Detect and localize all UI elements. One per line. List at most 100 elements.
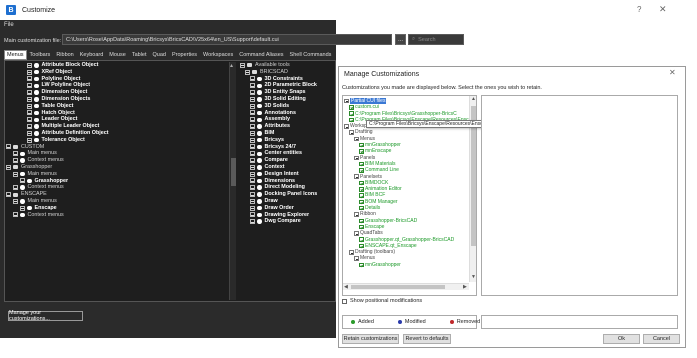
tool-item[interactable]: Direct Modeling — [240, 184, 336, 191]
scroll-up-icon[interactable]: ▴ — [230, 62, 233, 69]
expand-toggle-icon[interactable] — [250, 158, 255, 164]
tool-item[interactable]: Available tools — [240, 62, 336, 69]
tool-item[interactable]: Annotations — [240, 110, 336, 117]
tool-item[interactable]: 3D Entity Snaps — [240, 89, 336, 96]
scroll-up-icon[interactable]: ▲ — [471, 96, 476, 102]
tool-item[interactable]: Draw — [240, 198, 336, 205]
expand-toggle-icon[interactable] — [250, 96, 255, 102]
expand-toggle-icon[interactable] — [250, 83, 255, 89]
tab-menus[interactable]: Menus — [4, 50, 27, 60]
tree-item[interactable]: Grasshopper — [6, 164, 234, 171]
expand-toggle-icon[interactable] — [250, 103, 255, 109]
expand-toggle-icon[interactable] — [354, 136, 359, 142]
expand-toggle-icon[interactable] — [250, 124, 255, 130]
tree-item[interactable]: Tolerance Object — [6, 137, 234, 144]
expand-toggle-icon[interactable] — [27, 124, 32, 130]
show-positional-checkbox[interactable]: Show positional modifications — [342, 298, 422, 304]
available-tools-tree[interactable]: Available tools BRICSCAD 3D Constraints 2D … — [240, 62, 336, 300]
retain-checkbox[interactable] — [359, 180, 364, 186]
tool-item[interactable]: Bricsys — [240, 137, 336, 144]
expand-toggle-icon[interactable] — [240, 62, 245, 68]
tab-properties[interactable]: Properties — [169, 50, 200, 60]
expand-toggle-icon[interactable] — [27, 103, 32, 109]
tool-item[interactable]: Bricsys 24/7 — [240, 144, 336, 151]
customizations-tree-hscrollbar[interactable]: ◀ ▶ — [343, 283, 469, 290]
retain-checkbox[interactable] — [349, 111, 354, 116]
tree-item[interactable]: Leader Object — [6, 116, 234, 123]
menus-tree-scrollbar[interactable]: ▴ — [229, 62, 236, 300]
expand-toggle-icon[interactable] — [250, 198, 255, 204]
expand-toggle-icon[interactable] — [250, 178, 255, 184]
tree-item[interactable]: Context menus — [6, 157, 234, 164]
retain-checkbox[interactable] — [359, 193, 364, 198]
tab-command-aliases[interactable]: Command Aliases — [236, 50, 286, 60]
tool-item[interactable]: Dimensions — [240, 178, 336, 185]
expand-toggle-icon[interactable] — [354, 212, 359, 217]
tab-mouse[interactable]: Mouse — [106, 50, 129, 60]
tab-toolbars[interactable]: Toolbars — [27, 50, 54, 60]
expand-toggle-icon[interactable] — [250, 90, 255, 96]
retain-checkbox[interactable] — [359, 218, 364, 224]
expand-toggle-icon[interactable] — [250, 212, 255, 218]
expand-toggle-icon[interactable] — [349, 130, 354, 135]
tree-item[interactable]: Dimension Objects — [6, 96, 234, 103]
expand-toggle-icon[interactable] — [250, 137, 255, 143]
expand-toggle-icon[interactable] — [250, 117, 255, 123]
dialog-close-button[interactable]: ✕ — [669, 68, 676, 77]
expand-toggle-icon[interactable] — [13, 185, 18, 191]
retain-checkbox[interactable] — [359, 199, 364, 205]
tab-workspaces[interactable]: Workspaces — [200, 50, 236, 60]
expand-toggle-icon[interactable] — [344, 98, 349, 104]
retain-checkbox[interactable] — [359, 205, 364, 211]
expand-toggle-icon[interactable] — [6, 164, 11, 170]
expand-toggle-icon[interactable] — [245, 69, 250, 75]
menu-file[interactable]: File — [4, 22, 14, 28]
expand-toggle-icon[interactable] — [13, 212, 18, 218]
expand-toggle-icon[interactable] — [27, 90, 32, 96]
tool-item[interactable]: Center entities — [240, 150, 336, 157]
tree-item[interactable]: Context menus — [6, 212, 234, 219]
retain-checkbox[interactable] — [359, 187, 364, 192]
close-window-button[interactable]: ✕ — [659, 4, 667, 15]
tree-item[interactable]: CUSTOM — [6, 144, 234, 151]
tool-item[interactable]: 3D Constraints — [240, 76, 336, 83]
expand-toggle-icon[interactable] — [354, 256, 359, 261]
tab-tablet[interactable]: Tablet — [129, 50, 150, 60]
expand-toggle-icon[interactable] — [13, 198, 18, 204]
tool-item[interactable]: Attributes — [240, 123, 336, 130]
expand-toggle-icon[interactable] — [354, 174, 359, 179]
expand-toggle-icon[interactable] — [250, 76, 255, 82]
expand-toggle-icon[interactable] — [250, 219, 255, 225]
expand-toggle-icon[interactable] — [13, 171, 18, 177]
retain-checkbox[interactable] — [359, 262, 364, 268]
expand-toggle-icon[interactable] — [250, 192, 255, 198]
tool-item[interactable]: Assembly — [240, 116, 336, 123]
scroll-right-icon[interactable]: ▶ — [463, 284, 467, 290]
search-input[interactable]: ⌕ Search — [408, 34, 464, 45]
expand-toggle-icon[interactable] — [13, 158, 18, 164]
expand-toggle-icon[interactable] — [354, 155, 359, 161]
tool-item[interactable]: Drawing Explorer — [240, 212, 336, 219]
expand-toggle-icon[interactable] — [27, 110, 32, 116]
expand-toggle-icon[interactable] — [27, 62, 32, 68]
scroll-thumb[interactable] — [231, 158, 236, 186]
expand-toggle-icon[interactable] — [20, 178, 25, 184]
scroll-down-icon[interactable]: ▼ — [471, 274, 476, 280]
tool-item[interactable]: 3D Solids — [240, 103, 336, 110]
tree-item[interactable]: Hatch Object — [6, 110, 234, 117]
retain-checkbox[interactable] — [359, 168, 364, 173]
expand-toggle-icon[interactable] — [13, 151, 18, 157]
expand-toggle-icon[interactable] — [250, 171, 255, 177]
tab-quad[interactable]: Quad — [150, 50, 169, 60]
retain-checkbox[interactable] — [349, 105, 354, 110]
tool-item[interactable]: Compare — [240, 157, 336, 164]
expand-toggle-icon[interactable] — [250, 164, 255, 170]
tree-item[interactable]: XRef Object — [6, 69, 234, 76]
main-file-input[interactable]: C:\Users\Rose\AppData\Roaming\Bricsys\Br… — [62, 34, 392, 45]
cancel-button[interactable]: Cancel — [643, 334, 680, 344]
ok-button[interactable]: Ok — [603, 334, 640, 344]
scroll-left-icon[interactable]: ◀ — [344, 284, 348, 290]
expand-toggle-icon[interactable] — [349, 250, 354, 255]
tool-item[interactable]: Draw Order — [240, 205, 336, 212]
expand-toggle-icon[interactable] — [27, 117, 32, 123]
